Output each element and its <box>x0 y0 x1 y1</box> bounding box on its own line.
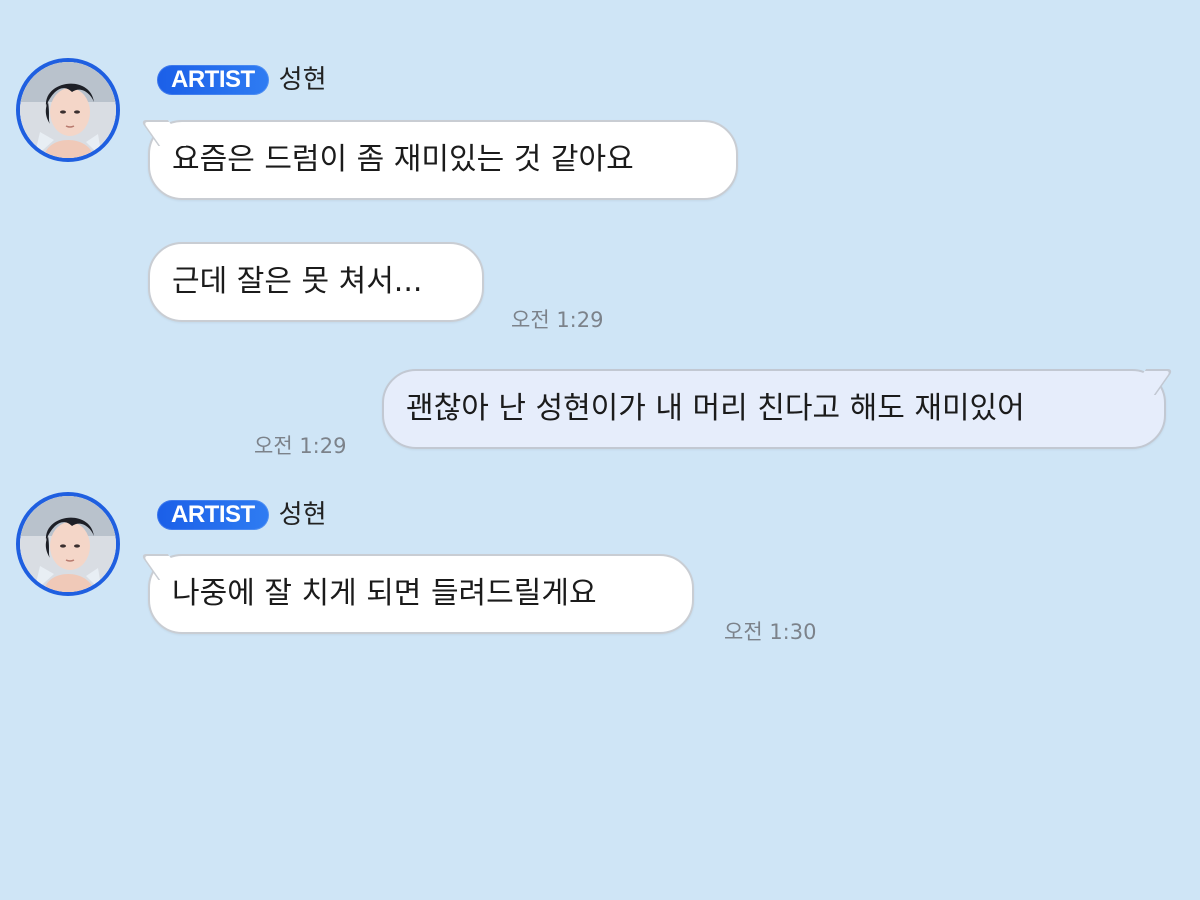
sender-name: 성현 <box>278 65 327 95</box>
avatar-portrait-icon <box>20 62 116 158</box>
message-timestamp: 오전 1:30 <box>724 620 817 644</box>
sender-row: ARTIST 성현 <box>157 497 327 533</box>
artist-avatar[interactable] <box>16 492 120 596</box>
artist-badge: ARTIST <box>157 65 269 95</box>
message-bubble[interactable]: 요즘은 드럼이 좀 재미있는 것 같아요 <box>148 120 738 200</box>
chat-screen: ARTIST 성현 요즘은 드럼이 좀 재미있는 것 같아요 근데 잘은 못 쳐… <box>0 0 1200 900</box>
message-text: 나중에 잘 치게 되면 들려드릴게요 <box>172 576 597 611</box>
outgoing-message-bubble[interactable]: 괜찮아 난 성현이가 내 머리 친다고 해도 재미있어 <box>382 369 1166 449</box>
sender-row: ARTIST 성현 <box>157 62 327 98</box>
message-timestamp: 오전 1:29 <box>511 308 604 332</box>
message-text: 요즘은 드럼이 좀 재미있는 것 같아요 <box>172 142 634 177</box>
avatar-portrait-icon <box>20 496 116 592</box>
artist-badge: ARTIST <box>157 500 269 530</box>
message-text: 괜찮아 난 성현이가 내 머리 친다고 해도 재미있어 <box>406 391 1025 426</box>
message-timestamp: 오전 1:29 <box>254 434 347 458</box>
sender-name: 성현 <box>278 500 327 530</box>
message-bubble[interactable]: 근데 잘은 못 쳐서... <box>148 242 484 322</box>
artist-avatar[interactable] <box>16 58 120 162</box>
message-bubble[interactable]: 나중에 잘 치게 되면 들려드릴게요 <box>148 554 694 634</box>
message-text: 근데 잘은 못 쳐서... <box>172 264 423 299</box>
